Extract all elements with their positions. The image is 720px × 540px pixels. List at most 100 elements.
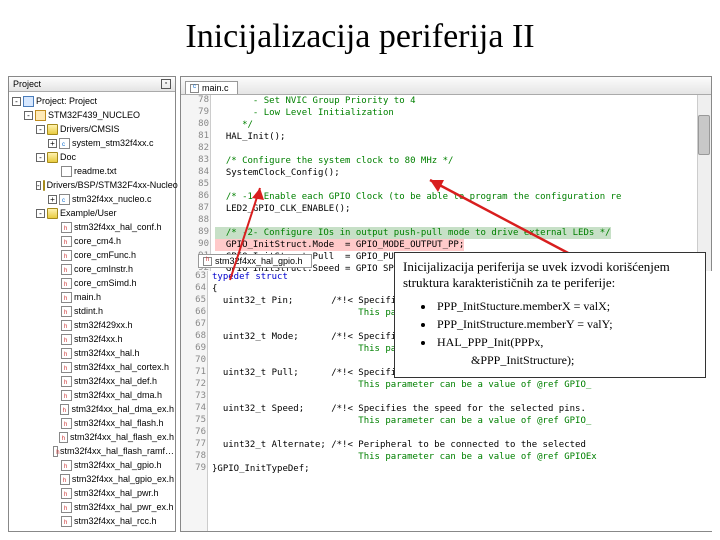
tree-node[interactable]: stm32f4xx.h: [10, 332, 174, 346]
tree-node[interactable]: stm32f4xx_hal_dma.h: [10, 388, 174, 402]
tree-twisty-icon[interactable]: -: [36, 181, 41, 190]
tree-label: stm32f4xx_hal_flash.h: [74, 416, 164, 430]
tree-node[interactable]: stm32f4xx_hal_gpio_ex.h: [10, 472, 174, 486]
h-icon: [61, 488, 72, 499]
tree-node[interactable]: -Project: Project: [10, 94, 174, 108]
h-icon: [61, 418, 72, 429]
scroll-thumb[interactable]: [698, 115, 710, 155]
tree-node[interactable]: -STM32F439_NUCLEO: [10, 108, 174, 122]
tree-label: stm32f4xx_hal_dma.h: [74, 388, 162, 402]
h-icon: [61, 278, 72, 289]
tree-twisty-icon[interactable]: +: [48, 139, 57, 148]
tree-twisty-icon[interactable]: -: [24, 111, 33, 120]
fold-icon: [47, 208, 58, 219]
tree-node[interactable]: core_cmSimd.h: [10, 276, 174, 290]
tree-node[interactable]: core_cm4.h: [10, 234, 174, 248]
tree-node[interactable]: stm32f4xx_hal.h: [10, 346, 174, 360]
tree-label: readme.txt: [74, 164, 117, 178]
tree-label: stm32f4xx_hal_conf.h: [74, 220, 162, 234]
tree-label: stm32f4xx_hal_pwr.h: [74, 486, 159, 500]
h-icon: [61, 362, 72, 373]
tree-node[interactable]: -Drivers/BSP/STM32F4xx-Nucleo: [10, 178, 174, 192]
tree-node[interactable]: +stm32f4xx_nucleo.c: [10, 192, 174, 206]
fold-icon: [47, 152, 58, 163]
tree-twisty-icon[interactable]: -: [36, 125, 45, 134]
tree-twisty-icon[interactable]: -: [12, 97, 21, 106]
tree-label: stm32f4xx_hal_flash_ex.h: [70, 430, 174, 444]
tree-label: stm32f4xx_hal.h: [74, 346, 140, 360]
pin-icon[interactable]: ▫: [161, 79, 171, 89]
tree-node[interactable]: stm32f4xx_hal_gpio.h: [10, 458, 174, 472]
tab-main[interactable]: main.c: [185, 81, 238, 94]
arrow-annotation-1: [210, 180, 410, 305]
project-pane: Project ▫ -Project: Project-STM32F439_NU…: [8, 76, 176, 532]
h-icon: [61, 516, 72, 527]
tree-node[interactable]: stm32f4xx_hal_conf.h: [10, 220, 174, 234]
tree-node[interactable]: - Drivers/CMSIS: [10, 122, 174, 136]
tab-row: main.c: [181, 77, 711, 95]
tree-label: core_cmFunc.h: [74, 248, 136, 262]
fold-icon: [47, 124, 58, 135]
h-icon: [61, 292, 72, 303]
h-icon: [61, 264, 72, 275]
tree-label: Doc: [60, 150, 76, 164]
tree-label: stm32f4xx_hal_dma_ex.h: [71, 402, 174, 416]
tree-node[interactable]: main.h: [10, 290, 174, 304]
tree-twisty-icon[interactable]: +: [48, 195, 57, 204]
tree-node[interactable]: stm32f4xx_hal_flash_ramf…: [10, 444, 174, 458]
fold-icon: [43, 180, 45, 191]
callout-example-2: PPP_InitStructure.memberY = valY;: [403, 315, 697, 333]
txt-icon: [61, 166, 72, 177]
tree-node[interactable]: stm32f4xx_hal_dma_ex.h: [10, 402, 174, 416]
c-icon: [59, 194, 70, 205]
h-icon: [61, 376, 72, 387]
tree-node[interactable]: core_cmFunc.h: [10, 248, 174, 262]
callout-example-1: PPP_InitStucture.memberX = valX;: [403, 297, 697, 315]
tree-twisty-icon[interactable]: -: [36, 153, 45, 162]
tree-label: stm32f4xx.h: [74, 332, 123, 346]
tree-label: stm32f4xx_hal_rcc.h: [74, 514, 157, 528]
tree-node[interactable]: stm32f429xx.h: [10, 318, 174, 332]
tree-node[interactable]: stdint.h: [10, 304, 174, 318]
callout-lead: Inicijalizacija periferija se uvek izvod…: [403, 259, 697, 291]
tree-label: Example/User: [60, 206, 117, 220]
prj-icon: [23, 96, 34, 107]
tree-label: stm32f4xx_hal_flash_ramf…: [60, 444, 174, 458]
h-icon: [59, 432, 68, 443]
tree-node[interactable]: stm32f4xx_hal_def.h: [10, 374, 174, 388]
line-gutter-2: 6364656667686970717273747576777879: [182, 271, 208, 531]
tree-label: stm32f4xx_hal_pwr_ex.h: [74, 500, 174, 514]
c-file-icon: [190, 84, 199, 93]
c-icon: [59, 138, 70, 149]
tree-node[interactable]: + system_stm32f4xx.c: [10, 136, 174, 150]
tree-label: core_cmInstr.h: [74, 262, 133, 276]
h-icon: [61, 334, 72, 345]
tree-twisty-icon[interactable]: -: [36, 209, 45, 218]
tree-label: stm32f4xx_hal_gpio_ex.h: [72, 472, 174, 486]
tree-label: system_stm32f4xx.c: [72, 136, 154, 150]
tree-node[interactable]: stm32f4xx_hal_flash.h: [10, 416, 174, 430]
h-icon: [61, 460, 72, 471]
tree-node[interactable]: - Doc: [10, 150, 174, 164]
h-icon: [61, 390, 72, 401]
project-tree[interactable]: -Project: Project-STM32F439_NUCLEO-Drive…: [9, 92, 175, 530]
tree-label: main.h: [74, 290, 101, 304]
h-icon: [61, 250, 72, 261]
tree-node[interactable]: core_cmInstr.h: [10, 262, 174, 276]
tree-node[interactable]: stm32f4xx_hal_pwr.h: [10, 486, 174, 500]
tree-label: Drivers/BSP/STM32F4xx-Nucleo: [47, 178, 178, 192]
callout-box: Inicijalizacija periferija se uvek izvod…: [394, 252, 706, 378]
page-title: Inicijalizacija periferija II: [0, 0, 720, 62]
tree-node[interactable]: - Example/User: [10, 206, 174, 220]
h-icon: [60, 474, 70, 485]
tree-node[interactable]: stm32f4xx_hal_rcc.h: [10, 514, 174, 528]
tree-label: stm32f4xx_hal_gpio.h: [74, 458, 162, 472]
tree-node[interactable]: readme.txt: [10, 164, 174, 178]
tree-node[interactable]: stm32f4xx_hal_flash_ex.h: [10, 430, 174, 444]
h-icon: [61, 236, 72, 247]
tree-label: Drivers/CMSIS: [60, 122, 120, 136]
tree-node[interactable]: stm32f4xx_hal_cortex.h: [10, 360, 174, 374]
tree-node[interactable]: stm32f4xx_hal_pwr_ex.h: [10, 500, 174, 514]
tree-label: stm32f4xx_hal_def.h: [74, 374, 157, 388]
tree-label: stdint.h: [74, 304, 103, 318]
